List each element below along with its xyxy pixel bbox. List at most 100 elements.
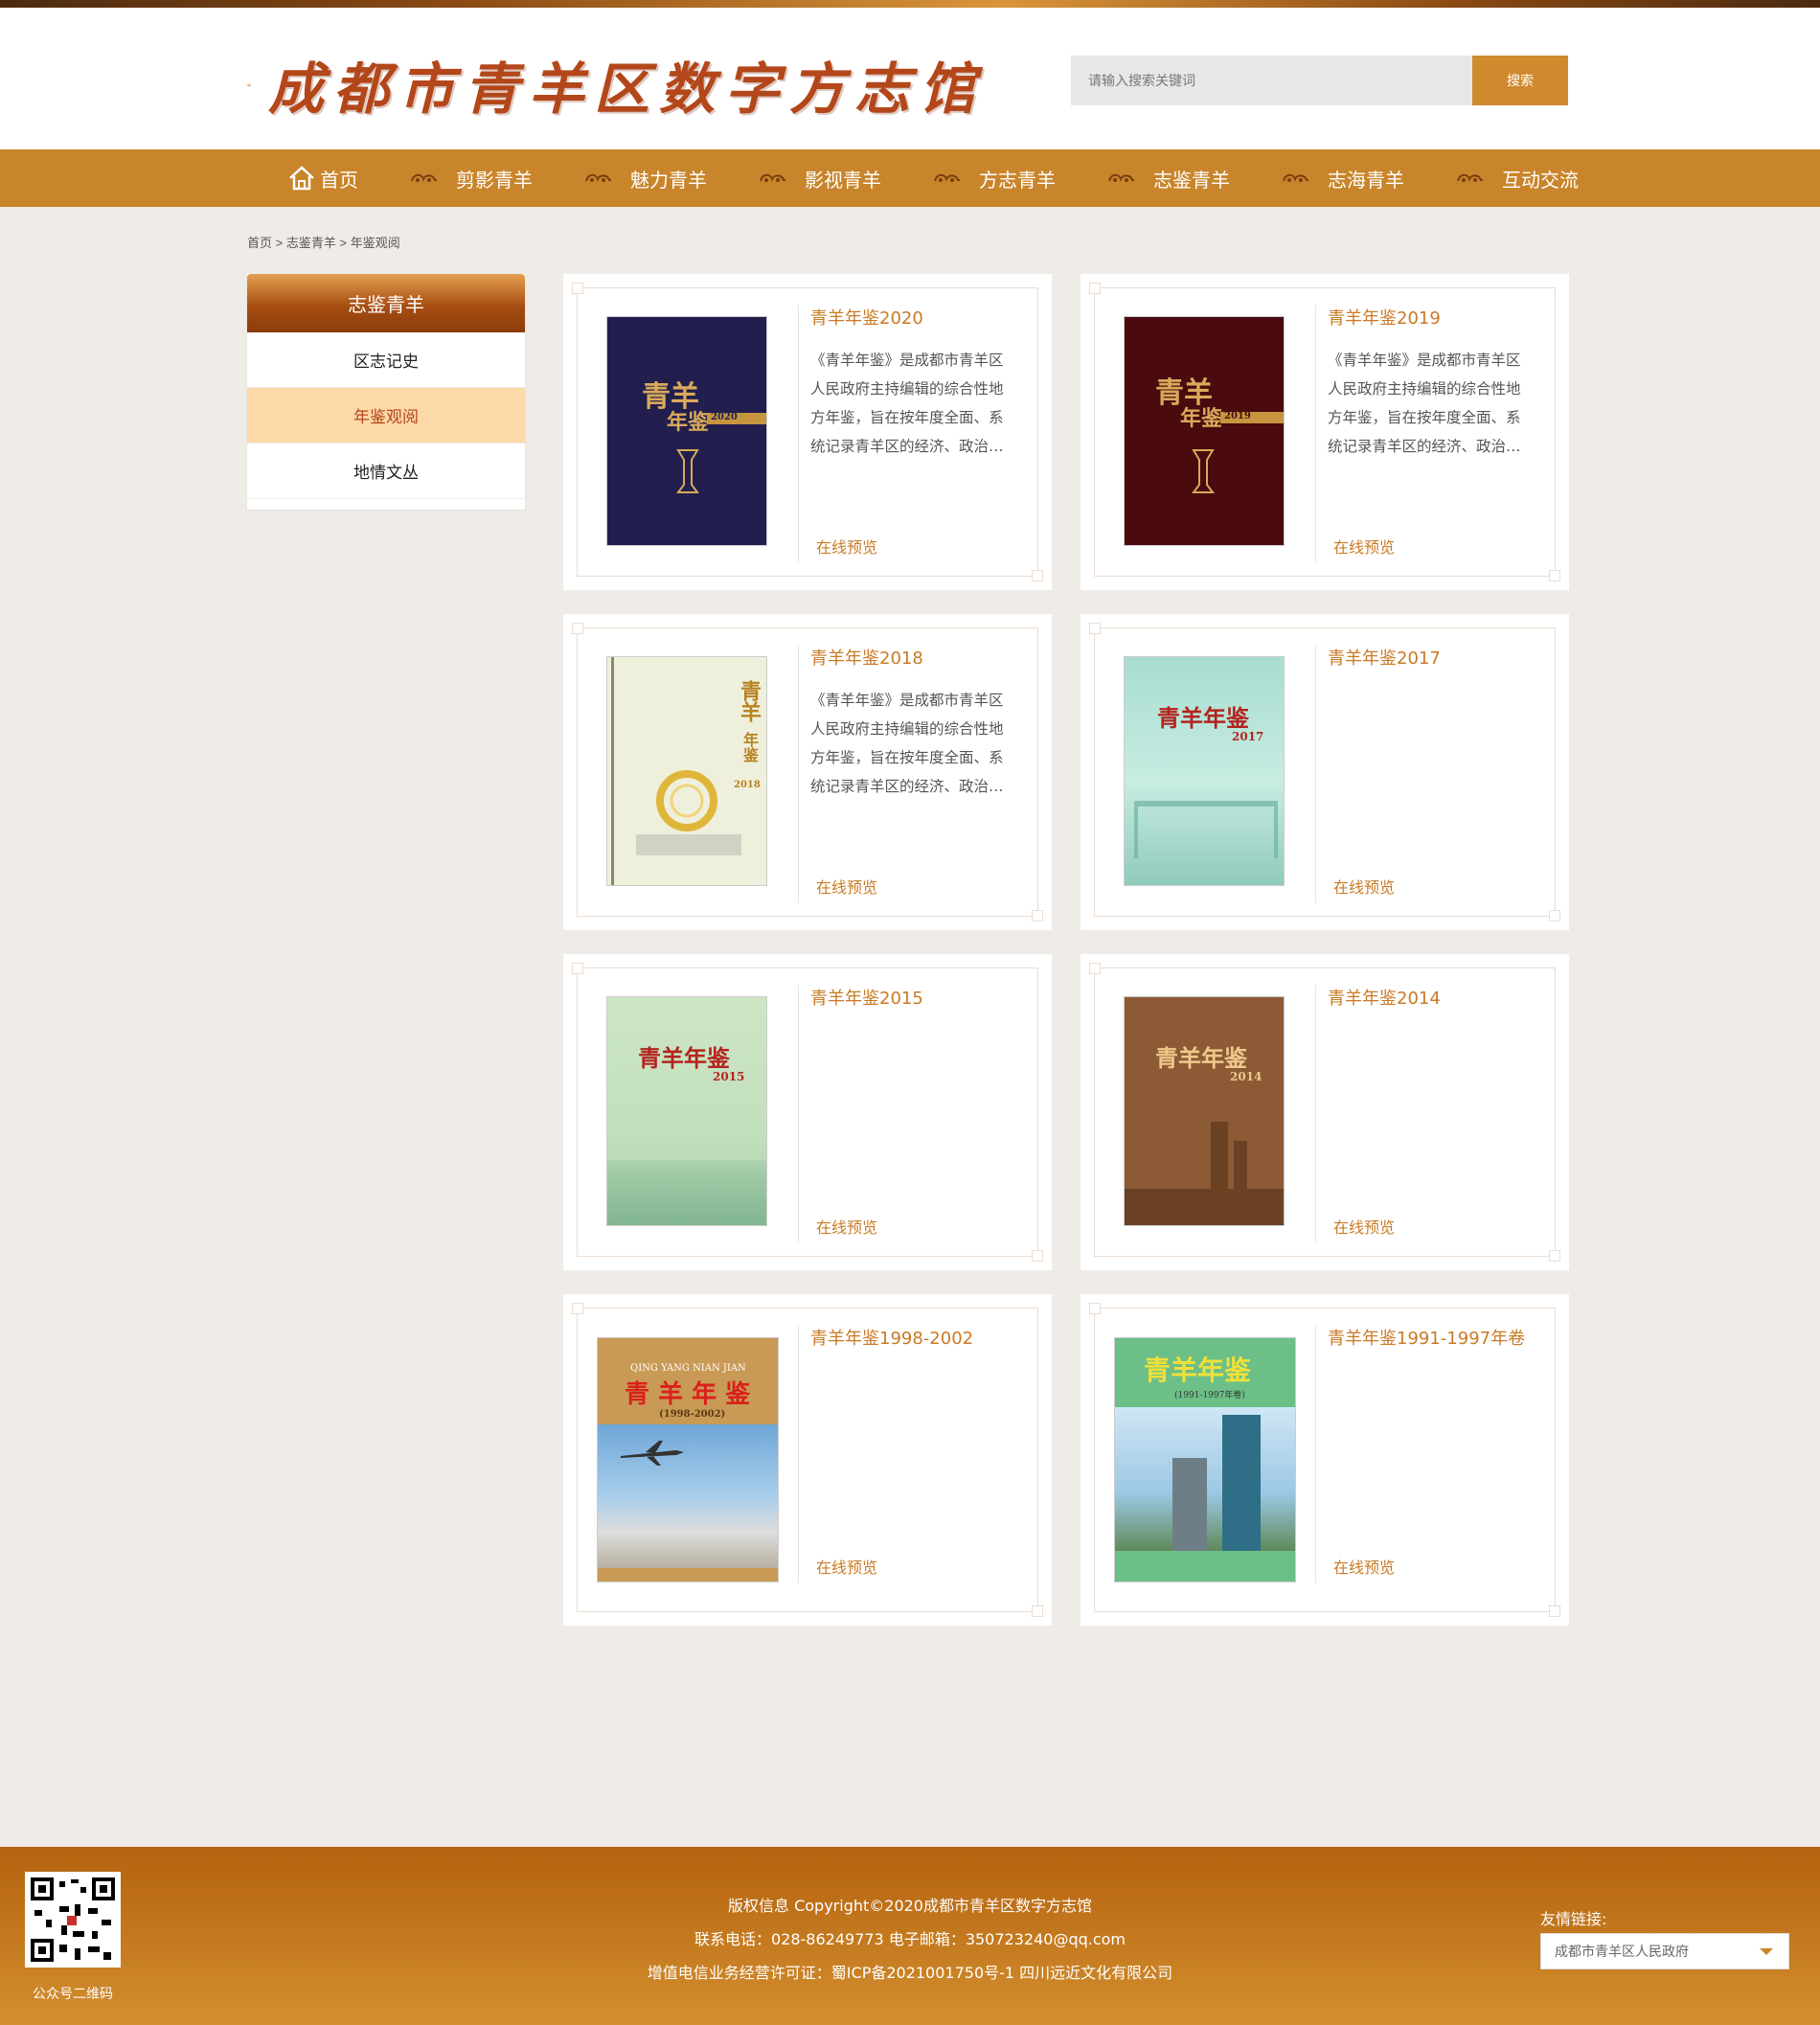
yearbook-card[interactable]: 青羊年鉴 2015 青羊年鉴2015 在线预览 xyxy=(563,954,1052,1270)
card-divider xyxy=(798,305,799,563)
sidebar: 志鉴青羊 区志记史 年鉴观阅 地情文丛 xyxy=(247,274,525,510)
yearbook-card[interactable]: 青羊 年鉴 2019 青羊年鉴2019 《青羊年鉴》是成都市青羊区人民政府主持编… xyxy=(1081,274,1569,590)
yearbook-title[interactable]: 青羊年鉴2014 xyxy=(1328,985,1441,1010)
breadcrumb-home[interactable]: 首页 xyxy=(247,236,272,250)
online-preview-link[interactable]: 在线预览 xyxy=(1333,1215,1395,1238)
nav-item-label: 志海青羊 xyxy=(1328,168,1404,192)
nav-item-jianying[interactable]: 剪影青羊 xyxy=(410,149,533,207)
yearbook-cover-image[interactable]: 青羊 年鉴 2018 xyxy=(606,656,767,886)
cover-subtitle: 年鉴 xyxy=(667,410,710,435)
site-logo[interactable]: 成都市青羊区数字方志馆 xyxy=(247,36,985,132)
site-header: 成都市青羊区数字方志馆 搜索 xyxy=(0,8,1820,149)
cover-year: 2015 xyxy=(713,1070,745,1083)
yearbook-description: 《青羊年鉴》是成都市青羊区人民政府主持编辑的综合性地方年鉴，旨在按年度全面、系统… xyxy=(810,352,1004,455)
nav-item-yingshi[interactable]: 影视青羊 xyxy=(759,149,881,207)
yearbook-card[interactable]: 青羊年鉴 (1991-1997年卷) 青羊年鉴1991-1997年卷 在线预览 xyxy=(1081,1294,1569,1626)
chevron-down-icon xyxy=(1760,1948,1773,1955)
nav-item-fangzhi[interactable]: 方志青羊 xyxy=(933,149,1056,207)
nav-item-hudong[interactable]: 互动交流 xyxy=(1456,149,1579,207)
breadcrumb-section[interactable]: 志鉴青羊 xyxy=(286,236,336,250)
yearbook-card[interactable]: 青羊年鉴 2014 青羊年鉴2014 在线预览 xyxy=(1081,954,1569,1270)
main-nav: 首页 剪影青羊 魅力青羊 影视青羊 方志青羊 志鉴青羊 志海青羊 互动交流 xyxy=(0,149,1820,207)
sidebar-title: 志鉴青羊 xyxy=(247,274,525,332)
nav-item-label: 影视青羊 xyxy=(805,168,881,192)
card-divider xyxy=(1315,1325,1316,1583)
cloud-ornament-icon xyxy=(411,173,437,182)
yearbook-card[interactable]: 青羊 年鉴 2018 青羊年鉴2018 《青羊年鉴》是成都市青羊区人民政府主持编… xyxy=(563,614,1052,930)
nav-item-label: 首页 xyxy=(320,168,358,192)
cover-year: 2017 xyxy=(1232,730,1264,743)
card-divider xyxy=(798,1325,799,1583)
cover-title: 青 羊 年 鉴 xyxy=(625,1380,751,1409)
nav-item-zhijian[interactable]: 志鉴青羊 xyxy=(1107,149,1230,207)
yearbook-cover-image[interactable]: 青羊年鉴 2017 xyxy=(1124,656,1285,886)
yearbook-title[interactable]: 青羊年鉴1991-1997年卷 xyxy=(1328,1325,1525,1350)
yearbook-card[interactable]: 青羊年鉴 2017 青羊年鉴2017 在线预览 xyxy=(1081,614,1569,930)
yearbook-title[interactable]: 青羊年鉴2018 xyxy=(810,645,923,670)
online-preview-link[interactable]: 在线预览 xyxy=(1333,875,1395,898)
yearbook-cover-image[interactable]: 青羊 年鉴 2019 xyxy=(1124,316,1285,546)
online-preview-link[interactable]: 在线预览 xyxy=(816,1215,877,1238)
cloud-ornament-icon xyxy=(1108,173,1134,182)
nav-item-label: 剪影青羊 xyxy=(456,168,533,192)
yearbook-cover-image[interactable]: 青羊年鉴 (1991-1997年卷) xyxy=(1114,1337,1296,1582)
yearbook-title[interactable]: 青羊年鉴1998-2002 xyxy=(810,1325,973,1350)
cover-subtitle: QING YANG NIAN JIAN xyxy=(630,1363,746,1374)
home-icon xyxy=(289,166,314,191)
online-preview-link[interactable]: 在线预览 xyxy=(816,535,877,557)
cover-subtitle: 年鉴 xyxy=(740,732,759,762)
golden-sun-emblem-icon xyxy=(656,770,717,831)
online-preview-link[interactable]: 在线预览 xyxy=(816,1555,877,1578)
yearbook-cover-image[interactable]: 青羊年鉴 2014 xyxy=(1124,996,1285,1226)
yearbook-cover-image[interactable]: QING YANG NIAN JIAN 青 羊 年 鉴 (1998-2002) xyxy=(597,1337,779,1582)
nav-item-zhihai[interactable]: 志海青羊 xyxy=(1282,149,1404,207)
yearbook-card[interactable]: QING YANG NIAN JIAN 青 羊 年 鉴 (1998-2002) … xyxy=(563,1294,1052,1626)
cover-title: 青羊年鉴 xyxy=(1157,704,1249,732)
sidebar-item-nianjian[interactable]: 年鉴观阅 xyxy=(247,388,525,444)
search-button[interactable]: 搜索 xyxy=(1472,56,1568,105)
cover-year: (1991-1997年卷) xyxy=(1174,1391,1245,1400)
card-divider xyxy=(1315,645,1316,903)
breadcrumb-separator: > xyxy=(272,236,286,250)
yearbook-cover-image[interactable]: 青羊年鉴 2015 xyxy=(606,996,767,1226)
sidebar-item-diqing[interactable]: 地情文丛 xyxy=(247,444,525,499)
card-divider xyxy=(1315,985,1316,1243)
yearbook-title[interactable]: 青羊年鉴2020 xyxy=(810,305,923,330)
breadcrumb-current[interactable]: 年鉴观阅 xyxy=(351,236,400,250)
cover-year: 2020 xyxy=(711,412,738,422)
card-divider xyxy=(798,985,799,1243)
site-logo-text: 成都市青羊区数字方志馆 xyxy=(267,57,985,122)
cloud-ornament-icon xyxy=(1283,173,1308,182)
cloud-ornament-icon xyxy=(1457,173,1483,182)
yearbook-title[interactable]: 青羊年鉴2015 xyxy=(810,985,923,1010)
nav-item-label: 志鉴青羊 xyxy=(1153,168,1230,192)
online-preview-link[interactable]: 在线预览 xyxy=(1333,1555,1395,1578)
breadcrumb: 首页 > 志鉴青羊 > 年鉴观阅 xyxy=(247,233,400,251)
yearbook-title[interactable]: 青羊年鉴2017 xyxy=(1328,645,1441,670)
nav-item-label: 方志青羊 xyxy=(979,168,1056,192)
yearbook-description: 《青羊年鉴》是成都市青羊区人民政府主持编辑的综合性地方年鉴，旨在按年度全面、系统… xyxy=(1328,352,1521,455)
card-divider xyxy=(1315,305,1316,563)
friend-links-select[interactable]: 成都市青羊区人民政府 xyxy=(1540,1933,1789,1969)
nav-item-meili[interactable]: 魅力青羊 xyxy=(584,149,707,207)
search-input[interactable] xyxy=(1071,56,1473,105)
sidebar-item-quzhi[interactable]: 区志记史 xyxy=(247,332,525,388)
yearbook-card[interactable]: 青羊 年鉴 2020 青羊年鉴2020 《青羊年鉴》是成都市青羊区人民政府主持编… xyxy=(563,274,1052,590)
breadcrumb-separator: > xyxy=(335,236,351,250)
cover-year: 2014 xyxy=(1230,1070,1263,1083)
cover-year: (1998-2002) xyxy=(659,1409,726,1420)
cover-title: 青羊 xyxy=(737,680,762,722)
cloud-ornament-icon xyxy=(585,173,611,182)
top-accent-stripe xyxy=(0,0,1820,8)
nav-item-label: 互动交流 xyxy=(1502,168,1579,192)
nav-item-label: 魅力青羊 xyxy=(630,168,707,192)
yearbook-cover-image[interactable]: 青羊 年鉴 2020 xyxy=(606,316,767,546)
yearbook-title[interactable]: 青羊年鉴2019 xyxy=(1328,305,1441,330)
nav-item-home[interactable]: 首页 xyxy=(287,149,358,207)
online-preview-link[interactable]: 在线预览 xyxy=(816,875,877,898)
cloud-ornament-icon xyxy=(760,173,785,182)
cover-subtitle: 年鉴 xyxy=(1180,406,1223,431)
online-preview-link[interactable]: 在线预览 xyxy=(1333,535,1395,557)
sheep-emblem-icon xyxy=(1192,449,1215,493)
cover-year: 2018 xyxy=(734,780,761,790)
